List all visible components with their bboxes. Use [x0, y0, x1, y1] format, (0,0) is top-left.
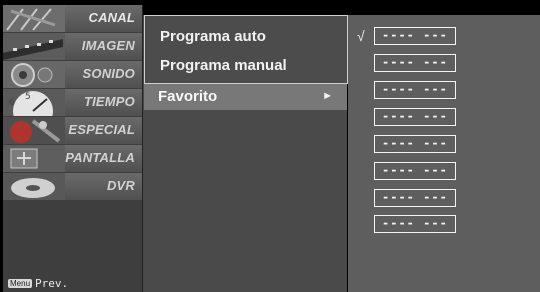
menu-label-sonido: SONIDO [82, 66, 135, 81]
menu-label-imagen: IMAGEN [81, 38, 135, 53]
menu-item-pantalla[interactable]: PANTALLA [3, 145, 142, 172]
menu-item-sonido[interactable]: SONIDO [3, 61, 142, 88]
favorite-slot-2[interactable]: ---- --- [374, 54, 456, 72]
svg-text:6: 6 [9, 98, 15, 108]
channel-antenna-icon [3, 5, 65, 32]
clock-icon: 6 5 [3, 89, 65, 116]
screen-icon [3, 145, 65, 172]
favorite-slot-5[interactable]: ---- --- [374, 135, 456, 153]
submenu-item-favorito-label: Favorito [158, 88, 218, 105]
favorites-panel: √ ---- --- ---- --- ---- --- ---- --- --… [348, 15, 540, 292]
menu-item-imagen[interactable]: IMAGEN [3, 33, 142, 60]
favorite-slot-1[interactable]: ---- --- [374, 27, 456, 45]
prev-label: Prev. [35, 277, 69, 290]
menu-label-tiempo: TIEMPO [83, 94, 135, 109]
main-menu: CANAL IMAGEN SONIDO 6 5 TIEMPO ESPECIAL … [3, 5, 143, 292]
menu-item-especial[interactable]: ESPECIAL [3, 117, 142, 144]
favorite-slot-4[interactable]: ---- --- [374, 108, 456, 126]
submenu-panel: Programa auto Programa manual Favorito ► [143, 15, 348, 292]
dvr-disc-icon [3, 173, 65, 200]
submenu-item-programa-manual[interactable]: Programa manual [160, 57, 287, 74]
menu-item-tiempo[interactable]: 6 5 TIEMPO [3, 89, 142, 116]
picture-film-icon [3, 33, 65, 60]
favorite-slot-7[interactable]: ---- --- [374, 189, 456, 207]
favorite-slot-6[interactable]: ---- --- [374, 162, 456, 180]
tv-osd-screen: CANAL IMAGEN SONIDO 6 5 TIEMPO ESPECIAL … [0, 0, 540, 292]
favorite-slot-3[interactable]: ---- --- [374, 81, 456, 99]
menu-label-pantalla: PANTALLA [65, 150, 135, 165]
check-mark-icon: √ [357, 28, 365, 44]
speaker-icon [3, 61, 65, 88]
menu-label-canal: CANAL [88, 10, 135, 25]
prev-hint: Menu Prev. [8, 277, 68, 290]
special-icon [3, 117, 65, 144]
favorite-slot-8[interactable]: ---- --- [374, 215, 456, 233]
svg-text:5: 5 [25, 92, 31, 102]
menu-label-especial: ESPECIAL [68, 122, 135, 137]
submenu-item-favorito[interactable]: Favorito ► [144, 84, 347, 110]
menu-key-badge: Menu [8, 279, 33, 288]
menu-item-canal[interactable]: CANAL [3, 5, 142, 32]
arrow-right-icon: ► [322, 90, 333, 102]
menu-item-dvr[interactable]: DVR [3, 173, 142, 200]
menu-label-dvr: DVR [106, 178, 135, 193]
submenu-item-programa-auto[interactable]: Programa auto [160, 28, 266, 45]
submenu-box: Programa auto Programa manual [144, 15, 348, 84]
